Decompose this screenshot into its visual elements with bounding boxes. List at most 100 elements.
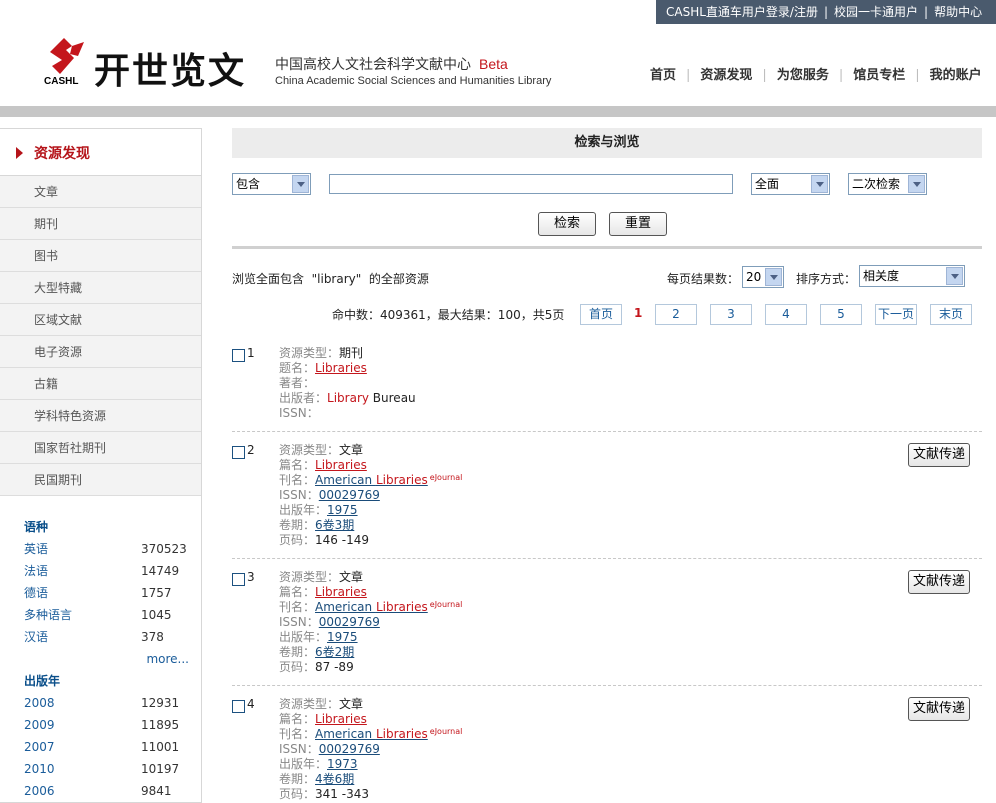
journal-link[interactable]: American Libraries [315,600,428,614]
result-checkbox[interactable] [232,573,245,586]
field-label: 资源类型： [279,443,340,457]
nav-librarian[interactable]: 馆员专栏 [849,68,909,83]
field-label: 篇名： [279,712,316,726]
sidebar-item-articles[interactable]: 文章 [0,176,201,208]
result-fields: 资源类型：文章 篇名：Libraries 刊名：American Librari… [279,570,462,675]
match-type-select[interactable]: 包含 [232,173,311,195]
sidebar-item-electronic[interactable]: 电子资源 [0,336,201,368]
login-link[interactable]: CASHL直通车用户登录/注册 [666,5,818,19]
pager-last[interactable]: 末页 [930,304,972,325]
pager-page[interactable]: 2 [655,304,697,325]
facet-count: 1757 [141,586,172,600]
field-label: 卷期： [279,772,316,786]
ejournal-badge[interactable]: eJournal [430,600,463,609]
scope-select[interactable]: 全面 [751,173,830,195]
facet-link[interactable]: 德语 [24,586,48,600]
perpage-label: 每页结果数： [667,272,740,286]
field-label: 刊名： [279,727,316,741]
sort-select[interactable]: 相关度 [859,265,965,287]
issn-link[interactable]: 00029769 [319,742,380,756]
site-logo[interactable]: 开世览文 CASHL [44,36,269,92]
nav-resource-discovery[interactable]: 资源发现 [696,68,756,83]
issn-link[interactable]: 00029769 [319,615,380,629]
document-delivery-button[interactable]: 文献传递 [908,443,970,467]
page-range: 87 -89 [315,660,354,674]
year-link[interactable]: 1975 [327,503,358,517]
nav-my-account[interactable]: 我的账户 [926,68,986,83]
facet-row: 2010 10197 [24,758,189,780]
issn-link[interactable]: 00029769 [319,488,380,502]
field-label: 出版年： [279,630,328,644]
search-mode-select[interactable]: 二次检索 [848,173,927,195]
facet-link[interactable]: 法语 [24,564,48,578]
facet-link[interactable]: 英语 [24,542,48,556]
result-separator [232,685,982,686]
sidebar-item-regional[interactable]: 区域文献 [0,304,201,336]
search-input[interactable] [329,174,733,194]
facet-link[interactable]: 2007 [24,740,55,754]
volume-link[interactable]: 6卷2期 [315,645,354,659]
result-checkbox[interactable] [232,700,245,713]
result-title-link[interactable]: Libraries [315,712,367,726]
sidebar-item-republic-journals[interactable]: 民国期刊 [0,464,201,496]
field-label: 页码： [279,660,316,674]
sidebar-item-subject-resources[interactable]: 学科特色资源 [0,400,201,432]
facet-count: 1045 [141,608,172,622]
volume-link[interactable]: 6卷3期 [315,518,354,532]
browse-info-text: 浏览全面包含 "library" 的全部资源 [232,272,429,286]
result-title-link[interactable]: Libraries [315,361,367,375]
journal-name-prefix: American [315,600,376,614]
result-item: 1 资源类型：期刊 题名：Libraries 著者： 出版者：Library B… [232,346,982,426]
nav-home[interactable]: 首页 [646,68,680,83]
journal-link[interactable]: American Libraries [315,727,428,741]
result-number: 2 [247,443,255,457]
facet-link[interactable]: 2009 [24,718,55,732]
sidebar-item-journals[interactable]: 期刊 [0,208,201,240]
result-title-link[interactable]: Libraries [315,585,367,599]
chevron-down-icon [908,175,925,193]
nav-divider: | [762,68,767,83]
ejournal-badge[interactable]: eJournal [430,473,463,482]
pager-page[interactable]: 4 [765,304,807,325]
facet-count: 14749 [141,564,180,578]
pager-page[interactable]: 5 [820,304,862,325]
sidebar-item-national-journals[interactable]: 国家哲社期刊 [0,432,201,464]
sidebar-item-special-collections[interactable]: 大型特藏 [0,272,201,304]
journal-link[interactable]: American Libraries [315,473,428,487]
sidebar-item-ancient-books[interactable]: 古籍 [0,368,201,400]
facet-link[interactable]: 2006 [24,784,55,798]
perpage-select[interactable]: 20 [742,266,784,288]
document-delivery-button[interactable]: 文献传递 [908,697,970,721]
sidebar-item-books[interactable]: 图书 [0,240,201,272]
year-link[interactable]: 1975 [327,630,358,644]
nav-services[interactable]: 为您服务 [773,68,833,83]
field-label: ISSN： [279,615,319,629]
result-title-link[interactable]: Libraries [315,458,367,472]
field-label: ISSN： [279,742,319,756]
volume-link[interactable]: 4卷6期 [315,772,354,786]
facet-link[interactable]: 2008 [24,696,55,710]
pager-first[interactable]: 首页 [580,304,622,325]
chevron-down-icon [946,267,963,285]
reset-button[interactable]: 重置 [609,212,667,236]
facet-more-link[interactable]: more... [24,648,189,670]
pager-next[interactable]: 下一页 [875,304,917,325]
year-link[interactable]: 1973 [327,757,358,771]
campus-card-link[interactable]: 校园一卡通用户 [834,5,918,19]
help-center-link[interactable]: 帮助中心 [934,5,982,19]
document-delivery-button[interactable]: 文献传递 [908,570,970,594]
ejournal-badge[interactable]: eJournal [430,727,463,736]
result-checkbox[interactable] [232,349,245,362]
search-button[interactable]: 检索 [538,212,596,236]
separator: | [924,5,929,19]
facet-link[interactable]: 多种语言 [24,608,72,622]
triangle-right-icon [16,147,23,159]
field-label: 卷期： [279,518,316,532]
journal-name-prefix: American [315,727,376,741]
result-number: 1 [247,346,255,360]
facet-link[interactable]: 2010 [24,762,55,776]
pager-page[interactable]: 3 [710,304,752,325]
facet-link[interactable]: 汉语 [24,630,48,644]
field-label: 页码： [279,787,316,801]
result-checkbox[interactable] [232,446,245,459]
